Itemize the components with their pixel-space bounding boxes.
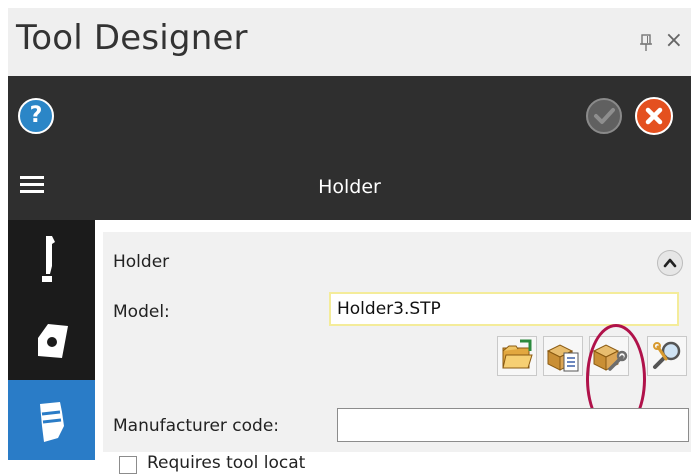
requires-tool-locator-checkbox[interactable] <box>119 456 137 474</box>
cancel-button[interactable] <box>635 97 673 135</box>
check-icon <box>594 108 615 124</box>
close-pane-button[interactable]: × <box>665 30 683 52</box>
nav-item-holder[interactable] <box>8 380 95 460</box>
nav-item-insert[interactable] <box>8 300 95 380</box>
holder-icon <box>40 402 64 442</box>
app-title: Tool Designer <box>16 18 248 58</box>
panel-header-title: Holder <box>318 176 381 198</box>
model-field[interactable] <box>329 292 679 326</box>
nav-item-tool[interactable] <box>8 220 95 300</box>
insert-icon <box>38 324 68 358</box>
pin-icon[interactable] <box>639 34 653 52</box>
ok-button[interactable] <box>586 98 622 134</box>
magnifier-wrench-icon <box>653 341 681 369</box>
model-label: Model: <box>113 302 170 322</box>
title-bar: Tool Designer × <box>8 8 691 76</box>
main-panel: Holder Model: Holder3.STP Manufacturer c… <box>95 220 691 474</box>
chevron-up-icon <box>663 258 677 268</box>
x-icon <box>645 107 663 125</box>
collapse-button[interactable] <box>657 250 683 276</box>
holder-group: Holder Model: Holder3.STP Manufacturer c… <box>103 232 691 474</box>
checkbox-label: Requires tool locat <box>147 453 306 473</box>
group-title: Holder <box>113 252 170 272</box>
manufacturer-code-field[interactable] <box>337 408 689 442</box>
toolbar: ? Holder <box>8 76 691 220</box>
help-button[interactable]: ? <box>18 98 54 134</box>
manufacturer-code-label: Manufacturer code: <box>113 416 280 436</box>
model-list-button[interactable] <box>543 336 583 376</box>
inspect-model-button[interactable] <box>647 336 687 376</box>
tool-shank-icon <box>42 236 55 282</box>
folder-open-icon <box>502 339 533 369</box>
open-model-button[interactable] <box>497 336 537 376</box>
left-nav <box>8 220 95 460</box>
box-list-icon <box>546 344 579 372</box>
